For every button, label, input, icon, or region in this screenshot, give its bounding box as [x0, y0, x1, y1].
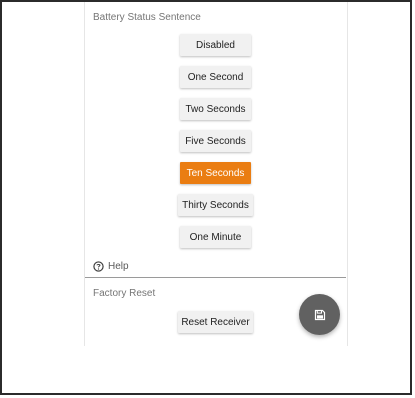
save-fab-button[interactable]: [299, 294, 340, 335]
option-one-second-button[interactable]: One Second: [180, 66, 251, 88]
option-ten-seconds-button[interactable]: Ten Seconds: [180, 162, 251, 184]
battery-status-title: Battery Status Sentence: [93, 12, 201, 23]
settings-panel: Battery Status Sentence Disabled One Sec…: [84, 2, 348, 346]
option-thirty-seconds-button[interactable]: Thirty Seconds: [178, 194, 253, 216]
help-link[interactable]: Help: [93, 258, 129, 274]
app-frame: Battery Status Sentence Disabled One Sec…: [0, 0, 412, 395]
section-divider: [85, 277, 346, 278]
reset-receiver-button[interactable]: Reset Receiver: [178, 311, 253, 333]
option-disabled-button[interactable]: Disabled: [180, 34, 251, 56]
option-two-seconds-button[interactable]: Two Seconds: [180, 98, 251, 120]
help-circle-icon: [93, 260, 104, 272]
help-label: Help: [108, 260, 129, 272]
save-icon: [314, 309, 325, 320]
factory-reset-title: Factory Reset: [93, 288, 156, 299]
option-one-minute-button[interactable]: One Minute: [180, 226, 251, 248]
option-five-seconds-button[interactable]: Five Seconds: [180, 130, 251, 152]
